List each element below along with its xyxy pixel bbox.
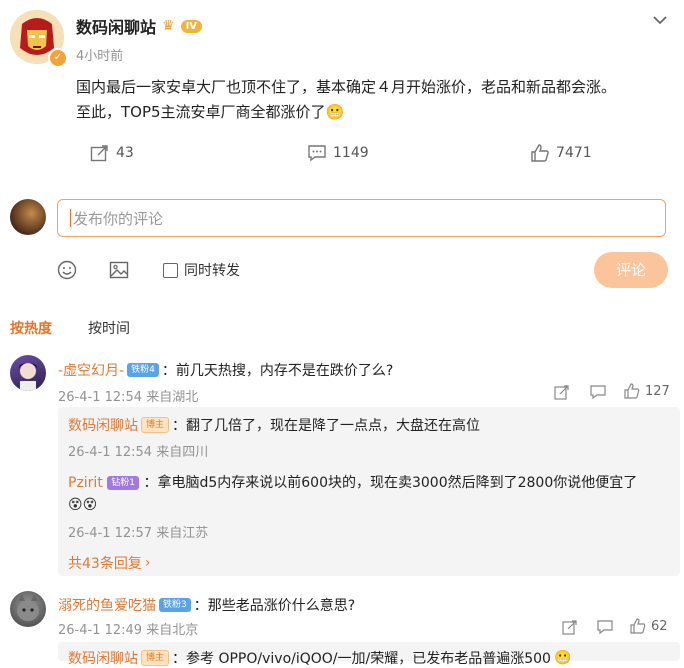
- more-replies-link[interactable]: 共43条回复 ›: [68, 553, 150, 573]
- reply-emoji: 😬: [553, 650, 572, 666]
- post-time: 4小时前: [76, 49, 124, 64]
- level-badge: IV: [180, 19, 203, 33]
- comment-text: ：那些老品涨价什么意思?: [193, 598, 356, 614]
- host-badge: 博主: [141, 650, 170, 666]
- repost-checkbox-row[interactable]: 同时转发: [163, 260, 240, 280]
- reply-author[interactable]: 数码闲聊站: [68, 648, 138, 668]
- crown-icon: ♛: [162, 18, 175, 34]
- comment-like-button[interactable]: 62: [630, 618, 668, 634]
- fan-badge: 铁粉3: [159, 598, 191, 612]
- cat-avatar-icon: [17, 595, 39, 621]
- thumbs-up-icon: [531, 144, 549, 162]
- thumbs-up-icon: [624, 383, 640, 399]
- chevron-down-icon[interactable]: [650, 10, 670, 30]
- repost-count: 43: [116, 145, 134, 161]
- image-button[interactable]: [108, 259, 130, 281]
- comment-like-count: 127: [645, 383, 670, 399]
- comment-meta: 26-4-1 12:54 来自湖北: [58, 390, 199, 405]
- reply-author[interactable]: Pzirit: [68, 475, 103, 491]
- comment-like-count: 62: [651, 618, 668, 634]
- comment-header: -虚空幻月- 铁粉4 ：前几天热搜，内存不是在跌价了么?: [58, 360, 393, 380]
- reply-meta: 26-4-1 12:54 来自四川: [68, 445, 209, 460]
- post-text-line2: 至此，TOP5主流安卓厂商全都涨价了: [76, 103, 326, 121]
- comment-text: ：前几天热搜，内存不是在跌价了么?: [161, 363, 394, 379]
- commenter-name[interactable]: 溺死的鱼爱吃猫: [58, 595, 156, 615]
- repost-button[interactable]: 43: [90, 144, 134, 162]
- share-icon: [554, 385, 569, 400]
- comment-icon: [590, 385, 606, 400]
- tab-sort-time[interactable]: 按时间: [88, 318, 130, 338]
- commenter-avatar[interactable]: [10, 355, 46, 391]
- chevron-right-icon: ›: [144, 555, 151, 571]
- like-count: 7471: [556, 145, 592, 161]
- share-comment-button[interactable]: [561, 618, 579, 636]
- more-replies-label: 共43条回复: [68, 556, 142, 572]
- reply-text: ：翻了几倍了，现在是降了一点点，大盘还在高位: [172, 418, 481, 434]
- submit-comment-button[interactable]: 评论: [594, 252, 668, 288]
- reply-comment-button[interactable]: [589, 383, 607, 401]
- author-name[interactable]: 数码闲聊站: [76, 14, 156, 38]
- tab-sort-hot[interactable]: 按热度: [10, 318, 52, 338]
- comment-header: 溺死的鱼爱吃猫 铁粉3 ：那些老品涨价什么意思?: [58, 595, 355, 615]
- reply-text: ：拿电脑d5内存来说以前600块的，现在卖3000然后降到了2800你说他便宜了: [143, 475, 638, 491]
- comment-icon: [308, 145, 326, 162]
- comment-count: 1149: [333, 145, 369, 161]
- reply-text: ：参考 OPPO/vivo/iQOO/一加/荣耀，已发布老品普遍涨500: [172, 651, 551, 667]
- text-cursor: [70, 209, 71, 227]
- comment-button[interactable]: 1149: [307, 144, 369, 162]
- comment-like-button[interactable]: 127: [624, 383, 670, 399]
- submit-label: 评论: [615, 261, 646, 279]
- fan-badge: 铁粉4: [127, 363, 159, 377]
- thumbs-up-icon: [630, 618, 646, 634]
- reply-item: 数码闲聊站 博主 ：翻了几倍了，现在是降了一点点，大盘还在高位: [68, 415, 480, 435]
- diamond-fan-badge: 钻粉1: [107, 476, 140, 490]
- comment-input[interactable]: 发布你的评论: [57, 199, 666, 237]
- anime-avatar-icon: [18, 363, 38, 391]
- share-icon: [90, 145, 108, 162]
- reply-item: 数码闲聊站 博主 ：参考 OPPO/vivo/iQOO/一加/荣耀，已发布老品普…: [68, 648, 571, 668]
- grimace-emoji: 😬: [325, 103, 345, 121]
- reply-author[interactable]: 数码闲聊站: [68, 415, 138, 435]
- comment-input-placeholder: 发布你的评论: [73, 209, 164, 228]
- comment-meta: 26-4-1 12:49 来自北京: [58, 623, 199, 638]
- commenter-name[interactable]: -虚空幻月-: [58, 360, 124, 380]
- post-text: 国内最后一家安卓大厂也顶不住了，基本确定４月开始涨价，老品和新品都会涨。 至此，…: [76, 75, 676, 125]
- commenter-avatar[interactable]: [10, 591, 46, 627]
- reply-meta: 26-4-1 12:57 来自江苏: [68, 526, 209, 541]
- comment-icon: [597, 620, 613, 635]
- reply-comment-button[interactable]: [596, 618, 614, 636]
- image-icon: [109, 261, 129, 279]
- like-button[interactable]: 7471: [530, 144, 592, 162]
- repost-checkbox[interactable]: [163, 262, 178, 278]
- emoji-button[interactable]: [56, 259, 78, 281]
- host-badge: 博主: [141, 417, 170, 433]
- reply-item: Pzirit 钻粉1 ：拿电脑d5内存来说以前600块的，现在卖3000然后降到…: [68, 472, 668, 516]
- share-icon: [562, 620, 577, 635]
- repost-label: 同时转发: [184, 263, 240, 279]
- share-comment-button[interactable]: [553, 383, 571, 401]
- post-text-line1: 国内最后一家安卓大厂也顶不住了，基本确定４月开始涨价，老品和新品都会涨。: [76, 78, 617, 96]
- reply-emoji: 😵😵: [68, 497, 98, 513]
- smiley-icon: [57, 260, 77, 280]
- my-avatar: [10, 199, 46, 235]
- verified-badge-icon: ✓: [48, 48, 68, 68]
